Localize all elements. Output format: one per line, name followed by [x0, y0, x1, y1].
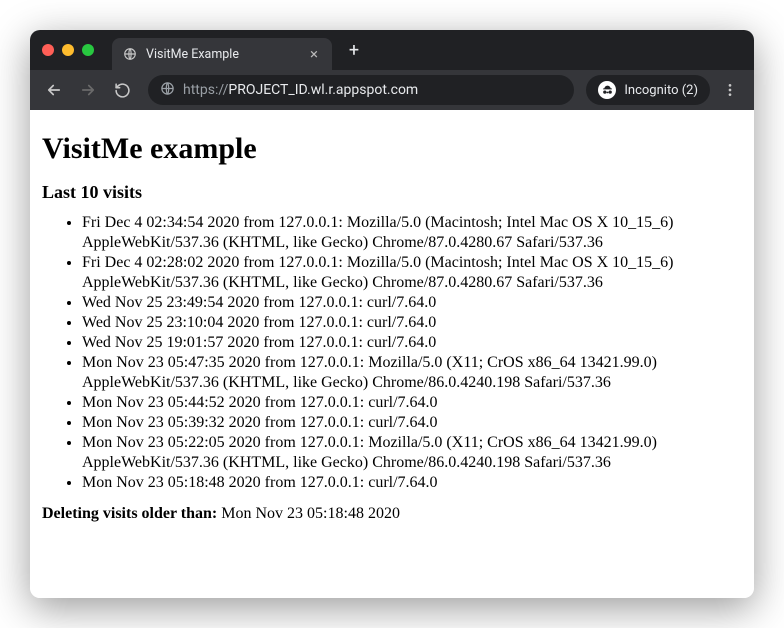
- window-controls: [42, 44, 94, 56]
- site-info-icon[interactable]: [160, 81, 175, 100]
- close-tab-button[interactable]: ×: [306, 45, 322, 63]
- incognito-icon: [598, 81, 616, 99]
- deleting-line: Deleting visits older than: Mon Nov 23 0…: [42, 505, 742, 523]
- browser-tab[interactable]: VisitMe Example ×: [112, 38, 332, 70]
- address-bar[interactable]: https://PROJECT_ID.wl.r.appspot.com: [148, 75, 574, 105]
- globe-icon: [122, 46, 138, 62]
- incognito-label: Incognito (2): [624, 83, 698, 98]
- deleting-label: Deleting visits older than:: [42, 505, 217, 522]
- reload-button[interactable]: [108, 76, 136, 104]
- list-item: Mon Nov 23 05:39:32 2020 from 127.0.0.1:…: [82, 413, 742, 433]
- list-item: Fri Dec 4 02:34:54 2020 from 127.0.0.1: …: [82, 213, 742, 253]
- list-item: Mon Nov 23 05:18:48 2020 from 127.0.0.1:…: [82, 473, 742, 493]
- tab-title: VisitMe Example: [146, 47, 298, 62]
- forward-button[interactable]: [74, 76, 102, 104]
- toolbar: https://PROJECT_ID.wl.r.appspot.com Inco…: [30, 70, 754, 110]
- page-heading: VisitMe example: [42, 132, 742, 166]
- list-item: Mon Nov 23 05:47:35 2020 from 127.0.0.1:…: [82, 353, 742, 393]
- list-item: Mon Nov 23 05:44:52 2020 from 127.0.0.1:…: [82, 393, 742, 413]
- incognito-indicator[interactable]: Incognito (2): [586, 75, 710, 105]
- list-item: Wed Nov 25 23:10:04 2020 from 127.0.0.1:…: [82, 313, 742, 333]
- list-item: Wed Nov 25 23:49:54 2020 from 127.0.0.1:…: [82, 293, 742, 313]
- back-button[interactable]: [40, 76, 68, 104]
- close-window-button[interactable]: [42, 44, 54, 56]
- deleting-value: Mon Nov 23 05:18:48 2020: [221, 505, 400, 522]
- browser-menu-button[interactable]: [716, 76, 744, 104]
- visits-list: Fri Dec 4 02:34:54 2020 from 127.0.0.1: …: [42, 213, 742, 493]
- list-item: Fri Dec 4 02:28:02 2020 from 127.0.0.1: …: [82, 253, 742, 293]
- url-text: https://PROJECT_ID.wl.r.appspot.com: [183, 82, 418, 98]
- new-tab-button[interactable]: +: [342, 40, 366, 61]
- titlebar: VisitMe Example × +: [30, 30, 754, 70]
- page-subheading: Last 10 visits: [42, 182, 742, 203]
- list-item: Wed Nov 25 19:01:57 2020 from 127.0.0.1:…: [82, 333, 742, 353]
- maximize-window-button[interactable]: [82, 44, 94, 56]
- minimize-window-button[interactable]: [62, 44, 74, 56]
- page-content: VisitMe example Last 10 visits Fri Dec 4…: [30, 110, 754, 598]
- browser-window: VisitMe Example × + https://PROJECT_ID.w…: [30, 30, 754, 598]
- list-item: Mon Nov 23 05:22:05 2020 from 127.0.0.1:…: [82, 433, 742, 473]
